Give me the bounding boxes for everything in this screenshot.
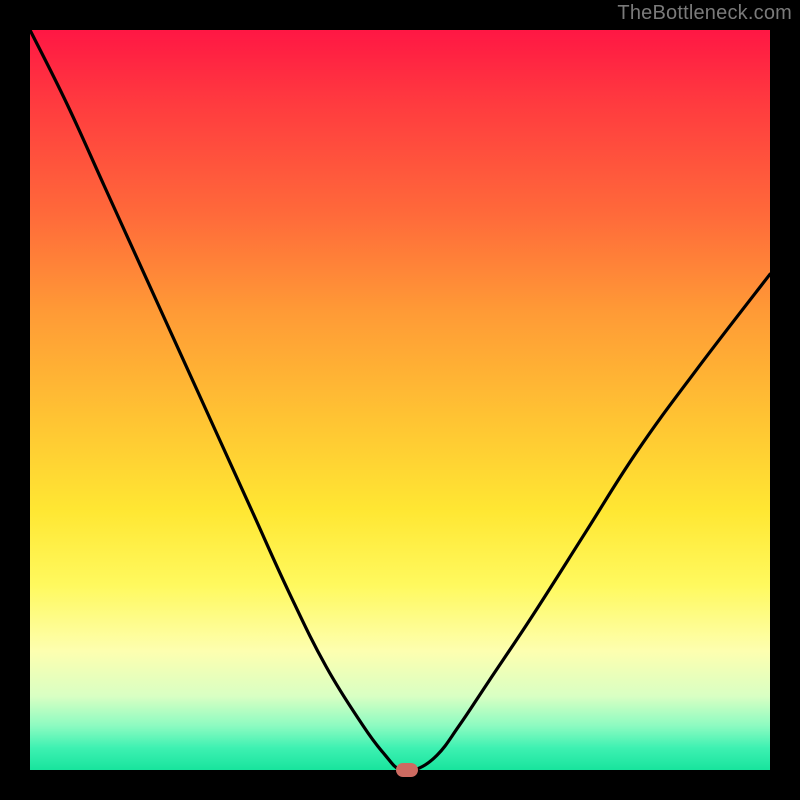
watermark-text: TheBottleneck.com (617, 2, 792, 25)
chart-frame: TheBottleneck.com (0, 0, 800, 800)
plot-area (30, 30, 770, 770)
minimum-marker (396, 763, 418, 777)
bottleneck-curve (30, 30, 770, 770)
